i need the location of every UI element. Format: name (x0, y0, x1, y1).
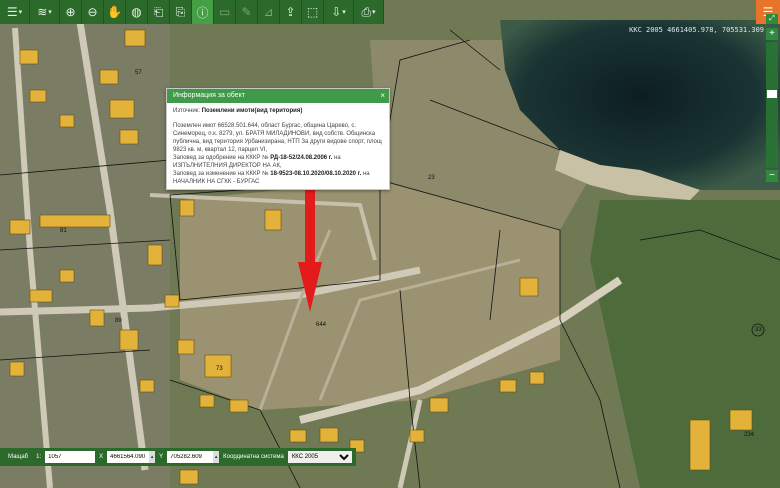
popup-body: Източник: Поземлени имоти(вид територия)… (167, 103, 389, 190)
measure-area-button[interactable]: ⊿ (258, 0, 280, 24)
zoom-in-icon: ⊕ (65, 5, 76, 19)
crs-select[interactable]: ККС 2005 (287, 451, 352, 463)
download-icon: ⇩ (331, 5, 342, 19)
layers-button[interactable]: ≋ ▾ (30, 0, 60, 24)
map-zoom-out-button[interactable]: − (766, 170, 778, 182)
source-value: Поземлени имоти(вид територия) (201, 108, 303, 114)
measure-ruler-button[interactable]: ✎ (236, 0, 258, 24)
map-view[interactable]: 644 73 57 89 81 23 33 234 ККС 2005 46614… (0, 0, 780, 488)
y-label: Y (159, 454, 164, 460)
zoom-handle[interactable] (767, 90, 777, 98)
measure-area-icon: ⊿ (263, 5, 274, 19)
close-icon[interactable]: × (380, 89, 385, 103)
upload-button[interactable]: ⇪ (280, 0, 302, 24)
crs-label: Координатна система (223, 454, 284, 460)
scale-label: Мащаб (8, 454, 29, 460)
prev-extent-button[interactable]: ⎗ (148, 0, 170, 24)
identify-info-icon: ⓘ (196, 5, 209, 20)
layers-icon: ≋ (37, 5, 48, 19)
parcel-number: 644 (316, 322, 327, 328)
amendment-order: Заповед за изменение на КККР № 18-9523-0… (173, 171, 370, 185)
chevron-down-icon: ▾ (342, 9, 346, 16)
expand-icon: ⤢ (769, 15, 775, 22)
chevron-down-icon: ▾ (372, 9, 376, 16)
y-coordinate-input[interactable] (167, 451, 214, 463)
globe-icon: ◍ (131, 5, 142, 19)
layers-toggle-button[interactable]: ☰ ▾ (0, 0, 30, 24)
next-extent-icon: ⎘ (175, 4, 186, 19)
measure-distance-button[interactable]: ▭ (214, 0, 236, 24)
object-info-popup: Информация за обект × Източник: Поземлен… (166, 88, 390, 190)
scale-prefix: 1: (36, 454, 42, 460)
x-coordinate-input[interactable] (107, 451, 150, 463)
layers-toggle-icon: ☰ (6, 5, 18, 19)
scale-input[interactable] (45, 451, 96, 463)
full-extent-button[interactable]: ◍ (126, 0, 148, 24)
identify-button[interactable]: ⓘ (192, 0, 214, 24)
parcel-number: 73 (216, 366, 223, 372)
parcel-number: 57 (135, 70, 142, 76)
next-extent-button[interactable]: ⎘ (170, 0, 192, 24)
print-icon: ⎙ (361, 4, 372, 19)
zoom-out-icon: ⊖ (87, 5, 98, 19)
main-toolbar: ☰ ▾ ≋ ▾ ⊕ ⊖ ✋ ◍ ⎗ ⎘ ⓘ ▭ ✎ ⊿ ⇪ ⬚ ⇩ ▾ ⎙ ▾ (0, 0, 384, 24)
parcel-number: 33 (755, 327, 762, 333)
download-button[interactable]: ⇩ ▾ (324, 0, 354, 24)
parcel-number: 89 (115, 318, 122, 324)
pan-button[interactable]: ✋ (104, 0, 126, 24)
print-button[interactable]: ⎙ ▾ (354, 0, 384, 24)
chevron-down-icon: ▾ (48, 9, 52, 16)
parcel-number: 23 (428, 175, 435, 181)
measure-ruler-icon: ✎ (241, 5, 252, 19)
popup-source: Източник: Поземлени имоти(вид територия) (173, 107, 383, 115)
parcel-number: 234 (744, 432, 755, 438)
measure-distance-icon: ▭ (218, 5, 231, 19)
popup-title: Информация за обект (173, 92, 245, 99)
satellite-imagery (0, 0, 780, 488)
zoom-out-button[interactable]: ⊖ (82, 0, 104, 24)
source-label: Източник: (173, 108, 201, 114)
popup-header: Информация за обект × (167, 89, 389, 103)
x-label: X (99, 454, 104, 460)
cursor-coordinate-readout: ККС 2005 4661405.978, 705531.309 (629, 26, 764, 34)
coordinate-bar: Мащаб 1: X ▴ Y ▴ Координатна система ККС… (0, 448, 356, 466)
select-region-button[interactable]: ⬚ (302, 0, 324, 24)
upload-icon: ⇪ (285, 5, 296, 19)
map-zoom-in-button[interactable]: + (766, 28, 778, 40)
pan-hand-icon: ✋ (107, 5, 122, 19)
chevron-down-icon: ▾ (18, 9, 23, 16)
zoom-in-button[interactable]: ⊕ (60, 0, 82, 24)
expand-map-button[interactable]: ⤢ (766, 14, 778, 24)
parcel-description: Поземлен имот 66528.501.644, област Бург… (173, 123, 382, 153)
prev-extent-icon: ⎗ (153, 4, 164, 19)
zoom-track[interactable] (766, 42, 778, 168)
select-region-icon: ⬚ (306, 5, 319, 19)
zoom-slider: + − (766, 28, 778, 182)
approval-order: Заповед за одобрение на КККР № РД-18-52/… (173, 155, 341, 169)
parcel-number: 81 (60, 228, 67, 234)
